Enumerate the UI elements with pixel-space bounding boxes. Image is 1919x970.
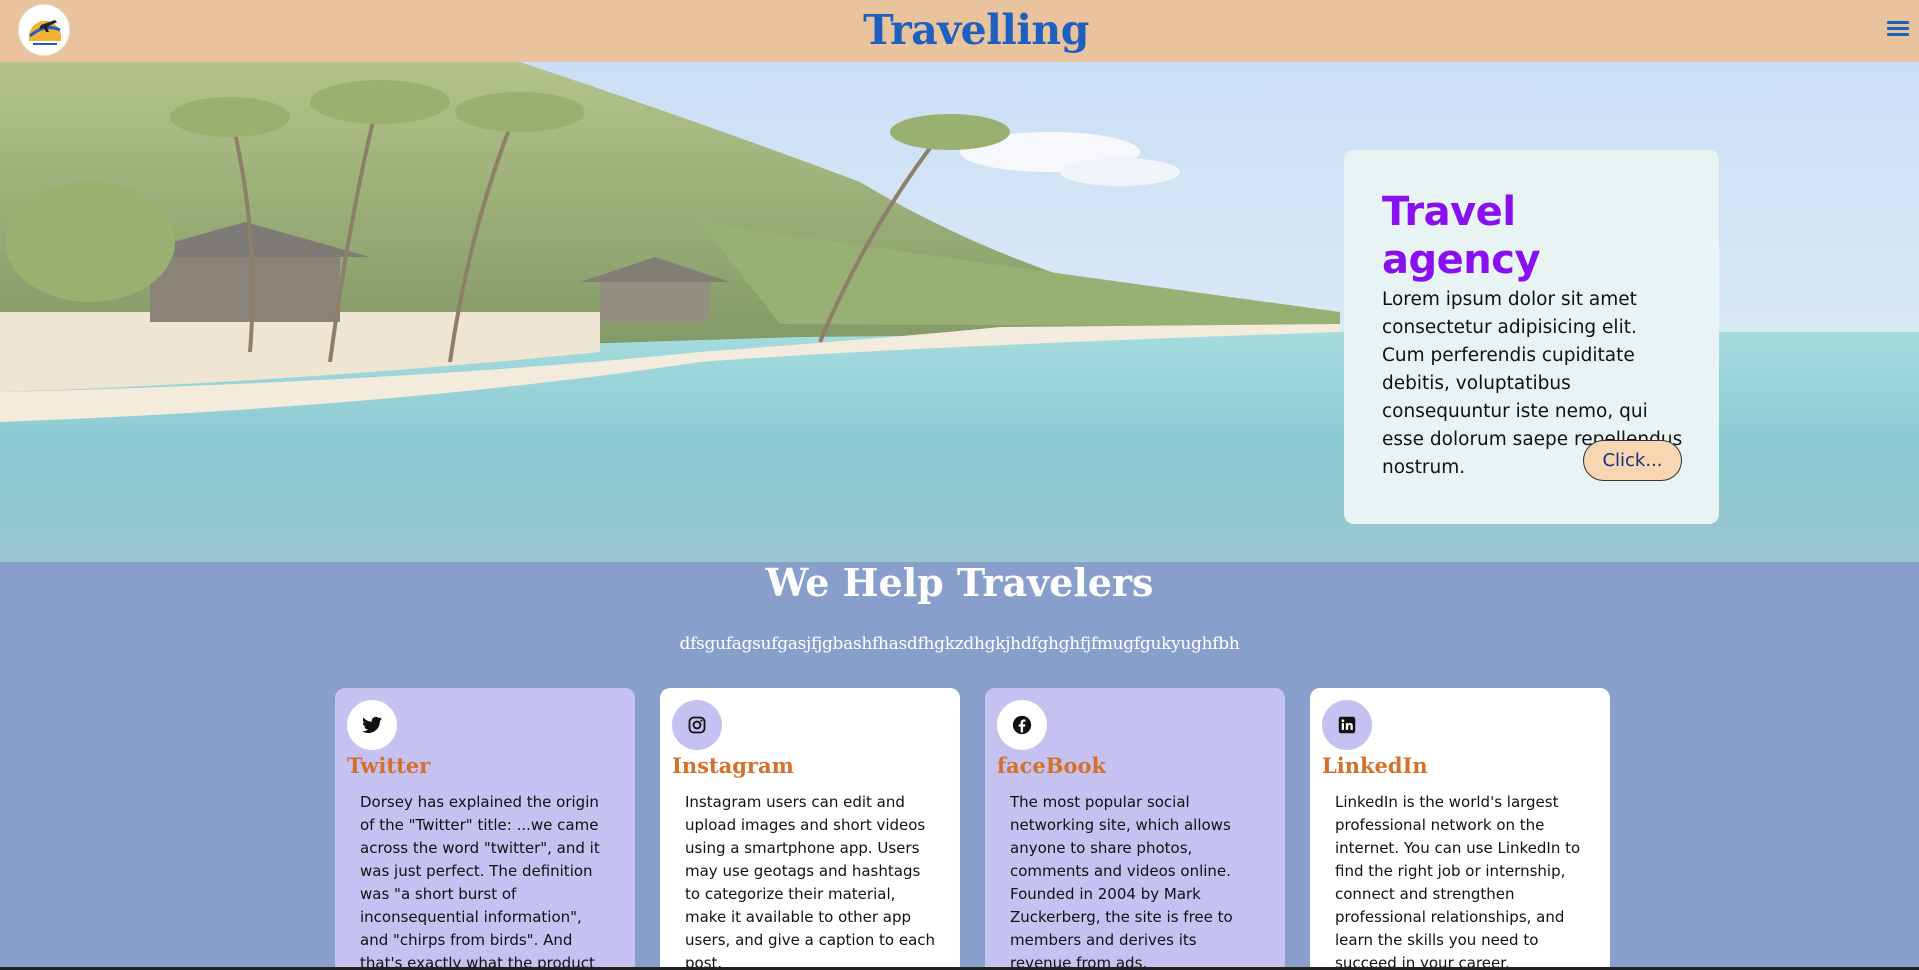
social-cards: Twitter Dorsey has explained the origin …: [335, 688, 1610, 970]
card-description: Instagram users can edit and upload imag…: [685, 793, 936, 970]
twitter-icon[interactable]: [347, 700, 397, 750]
card-name: Twitter: [347, 753, 431, 778]
site-header: Travelling: [0, 0, 1919, 62]
instagram-card[interactable]: Instagram Instagram users can edit and u…: [660, 688, 960, 970]
card-name: faceBook: [997, 753, 1107, 778]
card-name: LinkedIn: [1322, 753, 1428, 778]
site-title: Travelling: [863, 6, 1089, 54]
facebook-icon[interactable]: [997, 700, 1047, 750]
card-description: LinkedIn is the world's largest professi…: [1335, 793, 1581, 970]
card-description: Dorsey has explained the origin of the "…: [360, 793, 600, 970]
linkedin-card[interactable]: LinkedIn LinkedIn is the world's largest…: [1310, 688, 1610, 970]
facebook-card[interactable]: faceBook The most popular social network…: [985, 688, 1285, 970]
card-name: Instagram: [672, 753, 794, 778]
section-title: We Help Travelers: [765, 560, 1154, 605]
hamburger-menu-icon[interactable]: [1887, 18, 1909, 40]
twitter-card[interactable]: Twitter Dorsey has explained the origin …: [335, 688, 635, 970]
instagram-icon[interactable]: [672, 700, 722, 750]
travel-agency-card: Travel agency Lorem ipsum dolor sit amet…: [1344, 150, 1719, 524]
card-description: The most popular social networking site,…: [1010, 793, 1233, 970]
section-subtitle: dfsgufagsufgasjfjgbashfhasdfhgkzdhgkjhdf…: [679, 634, 1240, 654]
click-button[interactable]: Click...: [1583, 440, 1682, 481]
card-title: Travel agency: [1382, 189, 1541, 283]
linkedin-icon[interactable]: [1322, 700, 1372, 750]
